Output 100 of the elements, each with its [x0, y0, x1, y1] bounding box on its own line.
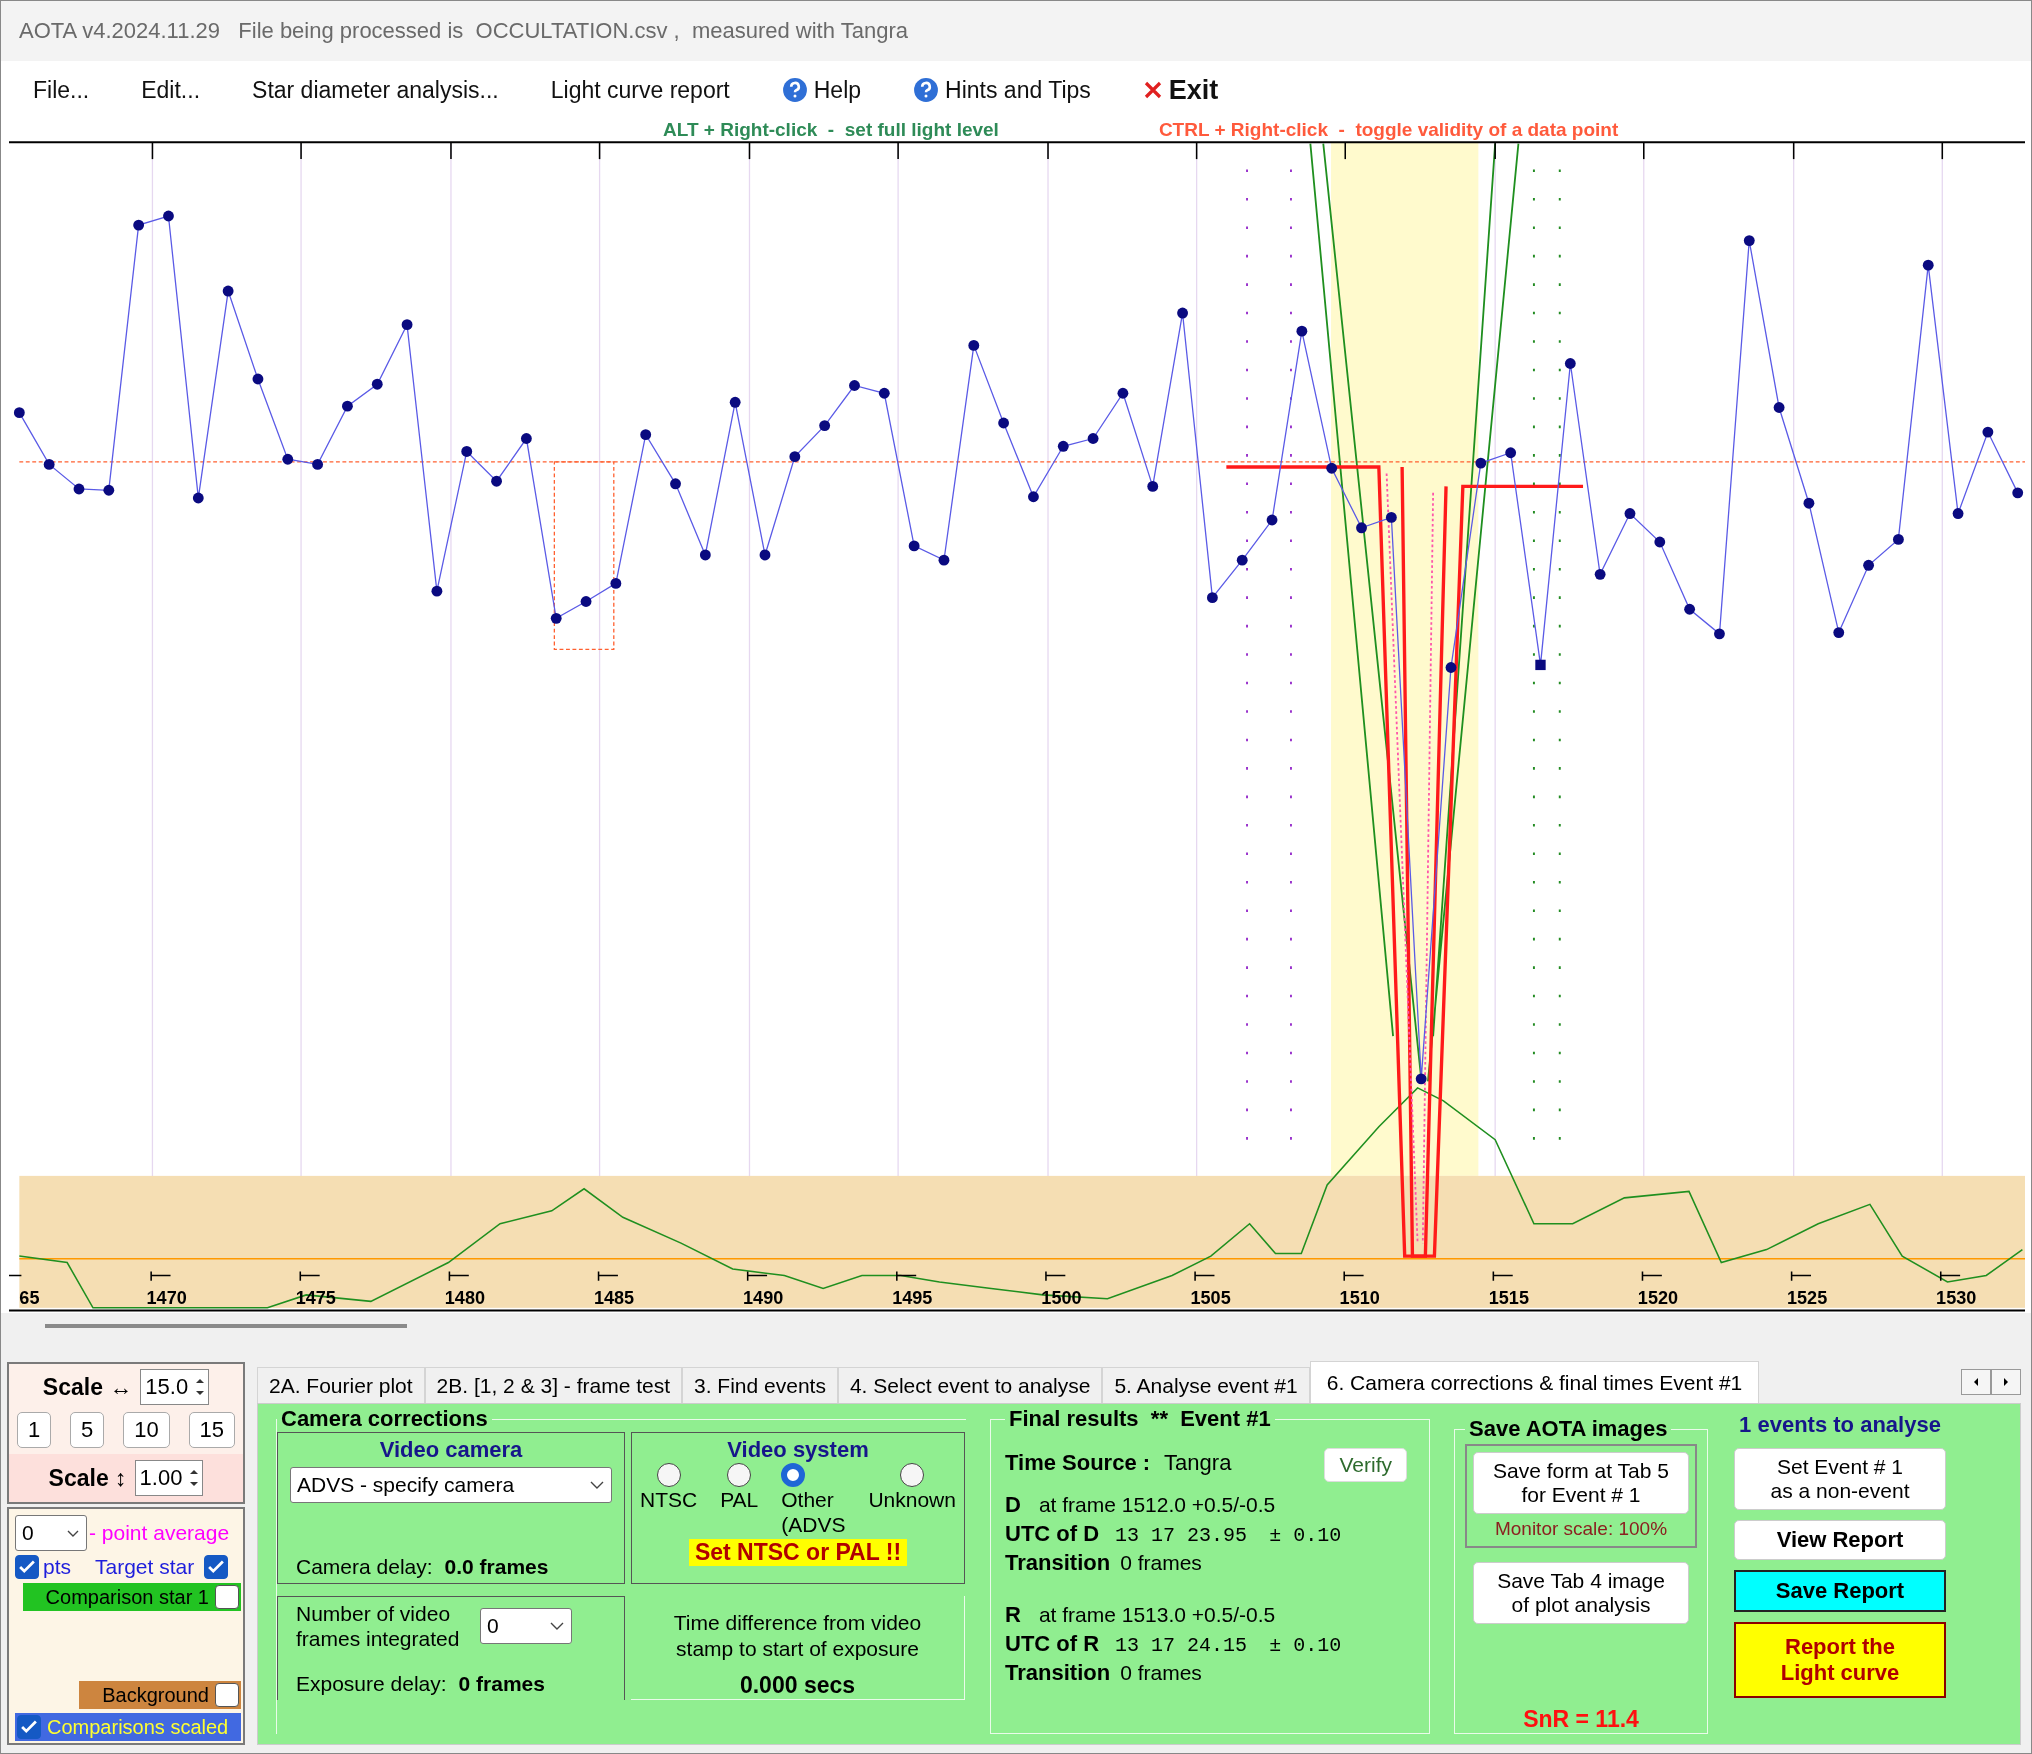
- tab[interactable]: 5. Analyse event #1: [1102, 1367, 1310, 1403]
- radio-button[interactable]: [656, 1463, 681, 1487]
- tab[interactable]: 6. Camera corrections & final times Event #1: [1309, 1361, 1760, 1403]
- camera-dropdown[interactable]: ADVS - specify camera: [290, 1467, 612, 1503]
- frame-text: at frame 1513.0 +0.5/-0.5: [1038, 1603, 1276, 1627]
- event-letter: D: [1005, 1492, 1021, 1518]
- uncertainty-value: ± 0.10: [1269, 1634, 1342, 1657]
- radio-button[interactable]: [900, 1463, 925, 1487]
- close-icon: [1142, 80, 1163, 100]
- axis-tick-label: 1505: [1190, 1287, 1231, 1308]
- delay-value: 0.0 frames: [444, 1555, 549, 1579]
- field-label: Time Source :: [1005, 1450, 1151, 1476]
- series-label: Target star: [95, 1555, 195, 1579]
- time-difference-label: Time difference from video stamp to start of exposure: [672, 1610, 923, 1663]
- field-label: Transition: [1005, 1550, 1111, 1576]
- chevron-down-icon: [589, 1480, 605, 1490]
- verify-button[interactable]: Verify: [1324, 1448, 1407, 1482]
- scale-preset-button[interactable]: 10: [123, 1412, 170, 1448]
- axis-tick-label: 1515: [1488, 1287, 1529, 1308]
- snr-text: SnR = 11.4: [1523, 1706, 1639, 1733]
- tab-scroll-left-button[interactable]: [1961, 1369, 1991, 1395]
- warning-text: Set NTSC or PAL !!: [688, 1539, 908, 1567]
- radio-label: NTSC: [640, 1487, 698, 1513]
- scale-preset-button[interactable]: 5: [70, 1412, 105, 1448]
- scale-spinbox[interactable]: 1.00: [134, 1460, 204, 1496]
- axis-tick-label: 65: [19, 1287, 40, 1308]
- axis-tick-label: 1520: [1637, 1287, 1679, 1308]
- menu-item[interactable]: Hints and Tips: [895, 70, 1109, 110]
- delay-label: Camera delay:: [296, 1555, 433, 1579]
- radio-label: Other (ADVS: [781, 1487, 846, 1538]
- triangle-right-icon: [2002, 1377, 2010, 1387]
- utc-value: 13 17 24.15: [1115, 1634, 1248, 1657]
- tab[interactable]: 2A. Fourier plot: [257, 1367, 425, 1403]
- frame-text: at frame 1512.0 +0.5/-0.5: [1038, 1493, 1276, 1517]
- save-form-button[interactable]: Save form at Tab 5 for Event # 1: [1473, 1452, 1689, 1514]
- radio-button[interactable]: [781, 1463, 806, 1487]
- tab-scroll-right-button[interactable]: [1991, 1369, 2021, 1395]
- menu-item[interactable]: Edit...: [123, 70, 219, 110]
- integration-label: Number of video frames integrated: [296, 1601, 461, 1652]
- triangle-left-icon: [1972, 1377, 1980, 1387]
- axis-tick-label: 1485: [593, 1287, 635, 1308]
- checkbox[interactable]: [17, 1715, 41, 1739]
- hint-text: ALT + Right-click - set full light level: [663, 119, 999, 141]
- section-title: Video system: [727, 1437, 869, 1463]
- time-source-value: Tangra: [1164, 1450, 1232, 1476]
- axis-tick-label: 1470: [146, 1287, 187, 1308]
- field-label: UTC of R: [1005, 1631, 1100, 1657]
- checkbox[interactable]: [15, 1555, 39, 1579]
- utc-value: 13 17 23.95: [1115, 1524, 1248, 1547]
- transition-value: 0 frames: [1120, 1551, 1202, 1575]
- scale-preset-button[interactable]: 1: [17, 1412, 52, 1448]
- axis-tick-label: 1525: [1787, 1287, 1828, 1308]
- checkbox[interactable]: [215, 1585, 239, 1609]
- action-button[interactable]: Set Event # 1 as a non-event: [1734, 1448, 1946, 1510]
- exit-menu-item[interactable]: Exit: [1124, 68, 1237, 112]
- action-button[interactable]: Report the Light curve: [1734, 1622, 1946, 1698]
- menu-item[interactable]: Help: [763, 70, 880, 110]
- chevron-down-icon: [549, 1621, 565, 1632]
- help-icon: [781, 77, 808, 103]
- hint-text: CTRL + Right-click - toggle validity of a data point: [1158, 119, 1619, 141]
- series-label: Background: [102, 1683, 209, 1707]
- save-image-button[interactable]: Save Tab 4 image of plot analysis: [1473, 1562, 1689, 1624]
- pts-label: pts: [43, 1555, 71, 1579]
- scale-spinbox[interactable]: 15.0: [140, 1369, 210, 1405]
- tab[interactable]: 4. Select event to analyse: [837, 1367, 1103, 1403]
- axis-tick-label: 1495: [892, 1287, 933, 1308]
- scale-label: Scale ↕: [48, 1464, 127, 1492]
- checkbox[interactable]: [204, 1555, 229, 1579]
- menu-item[interactable]: Light curve report: [532, 70, 748, 110]
- monitor-scale-text: Monitor scale: 100%: [1494, 1518, 1668, 1540]
- uncertainty-value: ± 0.10: [1269, 1524, 1342, 1547]
- delay-label: Exposure delay:: [296, 1672, 447, 1696]
- tab[interactable]: 3. Find events: [682, 1367, 838, 1403]
- field-label: UTC of D: [1005, 1521, 1100, 1547]
- group-title: Final results ** Event #1: [1008, 1406, 1272, 1432]
- delay-value: 0 frames: [458, 1672, 545, 1696]
- chevron-down-icon: [66, 1528, 80, 1538]
- radio-button[interactable]: [727, 1463, 752, 1487]
- point-average-dropdown[interactable]: 0: [15, 1515, 87, 1551]
- menu-item[interactable]: File...: [15, 70, 108, 110]
- menu-item[interactable]: Star diameter analysis...: [234, 70, 517, 110]
- event-letter: R: [1005, 1602, 1021, 1628]
- time-difference-value: 0.000 secs: [739, 1672, 856, 1699]
- series-label: Comparisons scaled: [47, 1715, 229, 1739]
- checkbox[interactable]: [215, 1683, 239, 1707]
- group-title: Camera corrections: [280, 1406, 489, 1432]
- axis-tick-label: 1530: [1936, 1287, 1977, 1308]
- group-title: Save AOTA images: [1468, 1416, 1669, 1442]
- tab[interactable]: 2B. [1, 2 & 3] - frame test: [424, 1367, 682, 1403]
- section-title: Video camera: [379, 1437, 523, 1463]
- field-label: Transition: [1005, 1660, 1111, 1686]
- scrollbar-thumb[interactable]: [45, 1324, 407, 1328]
- scale-preset-button[interactable]: 15: [188, 1412, 235, 1448]
- window-title: AOTA v4.2024.11.29 File being processed is OCCULTATION.csv , measured with Tangra: [19, 18, 908, 44]
- frames-integrated-dropdown[interactable]: 0: [480, 1608, 572, 1645]
- radio-label: PAL: [720, 1487, 759, 1513]
- action-button[interactable]: View Report: [1734, 1520, 1946, 1560]
- axis-tick-label: 1510: [1339, 1287, 1380, 1308]
- axis-tick-label: 1490: [743, 1287, 784, 1308]
- action-button[interactable]: Save Report: [1734, 1570, 1946, 1612]
